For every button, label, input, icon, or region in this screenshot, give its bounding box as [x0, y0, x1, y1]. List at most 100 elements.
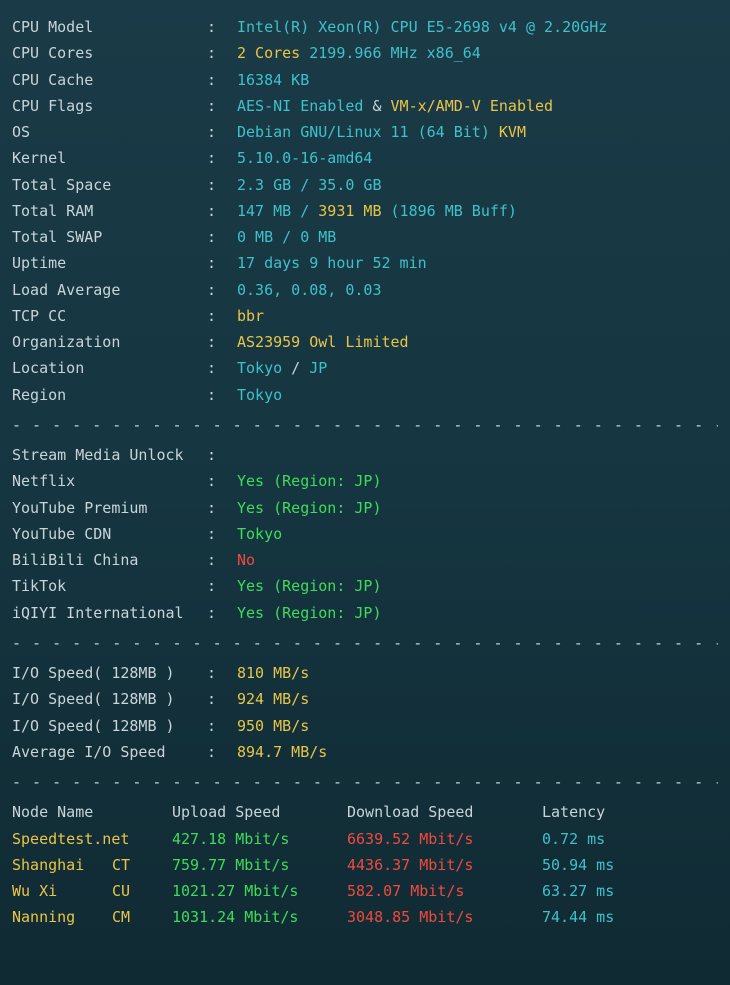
- value-ytcdn: Tokyo: [237, 521, 282, 547]
- speed-latency: 63.27 ms: [542, 878, 662, 904]
- row-total-swap: Total SWAP : 0 MB / 0 MB: [12, 224, 718, 250]
- label-stream-header: Stream Media Unlock: [12, 442, 207, 468]
- row-io2: I/O Speed( 128MB ) : 924 MB/s: [12, 686, 718, 712]
- value-tiktok: Yes (Region: JP): [237, 573, 382, 599]
- row-os: OS : Debian GNU/Linux 11 (64 Bit) KVM: [12, 119, 718, 145]
- label-netflix: Netflix: [12, 468, 207, 494]
- label-tcp: TCP CC: [12, 303, 207, 329]
- row-ytpremium: YouTube Premium : Yes (Region: JP): [12, 495, 718, 521]
- value-kernel: 5.10.0-16-amd64: [237, 145, 372, 171]
- row-netflix: Netflix : Yes (Region: JP): [12, 468, 718, 494]
- row-region: Region : Tokyo: [12, 382, 718, 408]
- value-io3: 950 MB/s: [237, 713, 309, 739]
- label-cpu-cores: CPU Cores: [12, 40, 207, 66]
- speed-upload: 759.77 Mbit/s: [172, 852, 347, 878]
- value-cpu-model: Intel(R) Xeon(R) CPU E5-2698 v4 @ 2.20GH…: [237, 14, 607, 40]
- label-cpu-cache: CPU Cache: [12, 67, 207, 93]
- value-os-virt: KVM: [499, 119, 526, 145]
- value-io2: 924 MB/s: [237, 686, 309, 712]
- label-kernel: Kernel: [12, 145, 207, 171]
- speed-node-name: ShanghaiCT: [12, 852, 172, 878]
- row-kernel: Kernel : 5.10.0-16-amd64: [12, 145, 718, 171]
- label-org: Organization: [12, 329, 207, 355]
- row-tiktok: TikTok : Yes (Region: JP): [12, 573, 718, 599]
- label-io3: I/O Speed( 128MB ): [12, 713, 207, 739]
- label-total-swap: Total SWAP: [12, 224, 207, 250]
- label-os: OS: [12, 119, 207, 145]
- label-load: Load Average: [12, 277, 207, 303]
- label-cpu-model: CPU Model: [12, 14, 207, 40]
- value-cpu-cache: 16384 KB: [237, 67, 309, 93]
- value-io1: 810 MB/s: [237, 660, 309, 686]
- row-uptime: Uptime : 17 days 9 hour 52 min: [12, 250, 718, 276]
- value-cpu-cores-extra: 2199.966 MHz x86_64: [309, 40, 481, 66]
- value-ram-used: 147 MB: [237, 198, 291, 224]
- value-load: 0.36, 0.08, 0.03: [237, 277, 382, 303]
- header-node: Node Name: [12, 799, 172, 825]
- speed-node-name: NanningCM: [12, 904, 172, 930]
- value-os: Debian GNU/Linux 11 (64 Bit): [237, 119, 490, 145]
- row-cpu-cores: CPU Cores : 2 Cores 2199.966 MHz x86_64: [12, 40, 718, 66]
- row-iqiyi: iQIYI International : Yes (Region: JP): [12, 600, 718, 626]
- label-region: Region: [12, 382, 207, 408]
- row-cpu-model: CPU Model : Intel(R) Xeon(R) CPU E5-2698…: [12, 14, 718, 40]
- header-latency: Latency: [542, 799, 662, 825]
- value-org: AS23959 Owl Limited: [237, 329, 409, 355]
- header-download: Download Speed: [347, 799, 542, 825]
- speed-node-name: Speedtest.net: [12, 826, 172, 852]
- value-tcp: bbr: [237, 303, 264, 329]
- value-ram-buff: (1896 MB Buff): [391, 198, 517, 224]
- label-tiktok: TikTok: [12, 573, 207, 599]
- row-cpu-cache: CPU Cache : 16384 KB: [12, 67, 718, 93]
- row-io1: I/O Speed( 128MB ) : 810 MB/s: [12, 660, 718, 686]
- label-io2: I/O Speed( 128MB ): [12, 686, 207, 712]
- label-uptime: Uptime: [12, 250, 207, 276]
- value-swap: 0 MB / 0 MB: [237, 224, 336, 250]
- label-ytpremium: YouTube Premium: [12, 495, 207, 521]
- label-bilibili: BiliBili China: [12, 547, 207, 573]
- speed-download: 3048.85 Mbit/s: [347, 904, 542, 930]
- row-total-ram: Total RAM : 147 MB / 3931 MB (1896 MB Bu…: [12, 198, 718, 224]
- value-space-total: 35.0 GB: [318, 172, 381, 198]
- speed-upload: 427.18 Mbit/s: [172, 826, 347, 852]
- value-ram-total: 3931 MB: [318, 198, 381, 224]
- speed-download: 4436.37 Mbit/s: [347, 852, 542, 878]
- speed-latency: 74.44 ms: [542, 904, 662, 930]
- speed-row: Speedtest.net427.18 Mbit/s6639.52 Mbit/s…: [12, 826, 718, 852]
- value-iqiyi: Yes (Region: JP): [237, 600, 382, 626]
- speed-row: Wu XiCU1021.27 Mbit/s582.07 Mbit/s63.27 …: [12, 878, 718, 904]
- speed-latency: 50.94 ms: [542, 852, 662, 878]
- row-location: Location : Tokyo / JP: [12, 355, 718, 381]
- row-stream-header: Stream Media Unlock :: [12, 442, 718, 468]
- speed-download: 582.07 Mbit/s: [347, 878, 542, 904]
- speed-row: ShanghaiCT759.77 Mbit/s4436.37 Mbit/s50.…: [12, 852, 718, 878]
- row-tcp: TCP CC : bbr: [12, 303, 718, 329]
- label-ytcdn: YouTube CDN: [12, 521, 207, 547]
- row-io3: I/O Speed( 128MB ) : 950 MB/s: [12, 713, 718, 739]
- row-total-space: Total Space : 2.3 GB / 35.0 GB: [12, 172, 718, 198]
- header-upload: Upload Speed: [172, 799, 347, 825]
- label-io1: I/O Speed( 128MB ): [12, 660, 207, 686]
- speed-node-name: Wu XiCU: [12, 878, 172, 904]
- value-io-avg: 894.7 MB/s: [237, 739, 327, 765]
- value-uptime: 17 days 9 hour 52 min: [237, 250, 427, 276]
- separator: - - - - - - - - - - - - - - - - - - - - …: [12, 769, 718, 795]
- value-netflix: Yes (Region: JP): [237, 468, 382, 494]
- speed-download: 6639.52 Mbit/s: [347, 826, 542, 852]
- row-io-avg: Average I/O Speed : 894.7 MB/s: [12, 739, 718, 765]
- value-cpu-cores: 2 Cores: [237, 40, 300, 66]
- label-location: Location: [12, 355, 207, 381]
- value-location-city: Tokyo: [237, 355, 282, 381]
- value-cpu-flags-vm: VM-x/AMD-V Enabled: [391, 93, 554, 119]
- value-ytpremium: Yes (Region: JP): [237, 495, 382, 521]
- value-region: Tokyo: [237, 382, 282, 408]
- row-org: Organization : AS23959 Owl Limited: [12, 329, 718, 355]
- value-location-country: JP: [309, 355, 327, 381]
- row-cpu-flags: CPU Flags : AES-NI Enabled & VM-x/AMD-V …: [12, 93, 718, 119]
- value-bilibili: No: [237, 547, 255, 573]
- value-cpu-flags-aes: AES-NI Enabled: [237, 93, 363, 119]
- row-bilibili: BiliBili China : No: [12, 547, 718, 573]
- speed-header: Node Name Upload Speed Download Speed La…: [12, 799, 718, 825]
- separator: - - - - - - - - - - - - - - - - - - - - …: [12, 412, 718, 438]
- label-cpu-flags: CPU Flags: [12, 93, 207, 119]
